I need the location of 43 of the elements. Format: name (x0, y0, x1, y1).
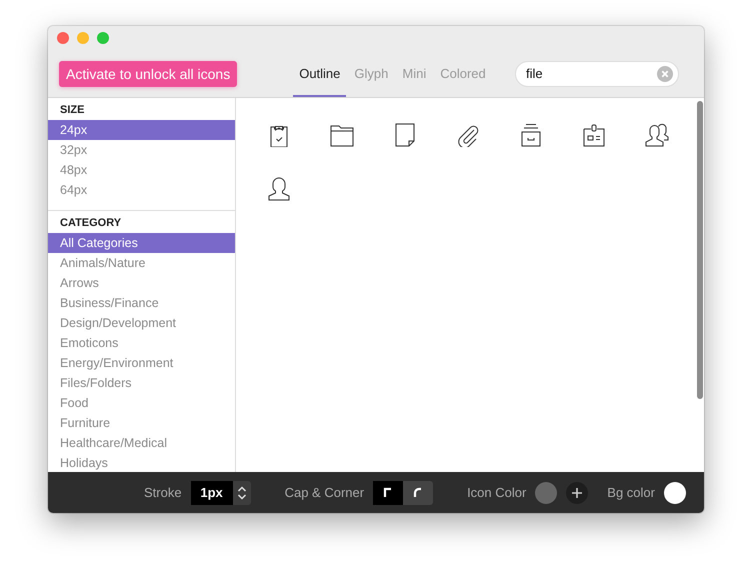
color-label: Icon Color (467, 485, 526, 500)
close-button[interactable] (57, 32, 69, 44)
id-badge-icon[interactable] (582, 123, 606, 147)
sidebar-item[interactable]: Business/Finance (48, 293, 235, 313)
cap-corner-label: Cap & Corner (284, 485, 364, 500)
stroke-field[interactable]: 1px (190, 480, 233, 504)
user-icon[interactable] (267, 177, 291, 201)
square-corner-icon[interactable] (373, 480, 404, 504)
sidebar-item[interactable]: Emoticons (48, 333, 235, 353)
round-corner-icon[interactable] (403, 480, 434, 504)
sidebar-item[interactable]: 32px (48, 140, 235, 160)
sidebar-item[interactable]: Files/Folders (48, 373, 235, 393)
sidebar-item[interactable]: Design/Development (48, 313, 235, 333)
sidebar-item[interactable]: All Categories (48, 233, 235, 253)
stepper-icon[interactable] (232, 480, 251, 504)
paperclip-icon[interactable] (456, 123, 480, 147)
tab[interactable]: Glyph (348, 50, 394, 97)
users-icon[interactable] (645, 123, 669, 147)
section-heading: CATEGORY (59, 216, 122, 231)
sidebar-item[interactable]: Healthcare/Medical (48, 433, 235, 453)
color-swatch[interactable] (664, 482, 686, 504)
color-label: Bg color (607, 485, 655, 500)
stroke-label: Stroke (144, 485, 182, 500)
plus-icon[interactable] (566, 482, 588, 504)
sidebar-item[interactable]: Energy/Environment (48, 353, 235, 373)
document-icon[interactable] (393, 123, 417, 147)
activate-button[interactable]: Activate to unlock all icons (59, 60, 238, 86)
sidebar-item[interactable]: 64px (48, 180, 235, 200)
sidebar-item[interactable]: 48px (48, 160, 235, 180)
sidebar-item[interactable]: 24px (48, 120, 235, 140)
sidebar-item[interactable]: Holidays (48, 453, 235, 472)
folder-icon[interactable] (330, 123, 354, 147)
tab[interactable]: Mini (396, 50, 432, 97)
search-field[interactable]: file (515, 60, 679, 86)
sidebar-item[interactable]: Arrows (48, 273, 235, 293)
sidebar-item[interactable]: Animals/Nature (48, 253, 235, 273)
sidebar-item[interactable]: Furniture (48, 413, 235, 433)
section-heading: SIZE (59, 103, 86, 118)
color-swatch[interactable] (535, 482, 558, 504)
archive-box-icon[interactable] (519, 123, 543, 147)
scrollbar-thumb[interactable] (696, 101, 702, 399)
sidebar-item[interactable]: Food (48, 393, 235, 413)
tab[interactable]: Colored (434, 50, 492, 97)
